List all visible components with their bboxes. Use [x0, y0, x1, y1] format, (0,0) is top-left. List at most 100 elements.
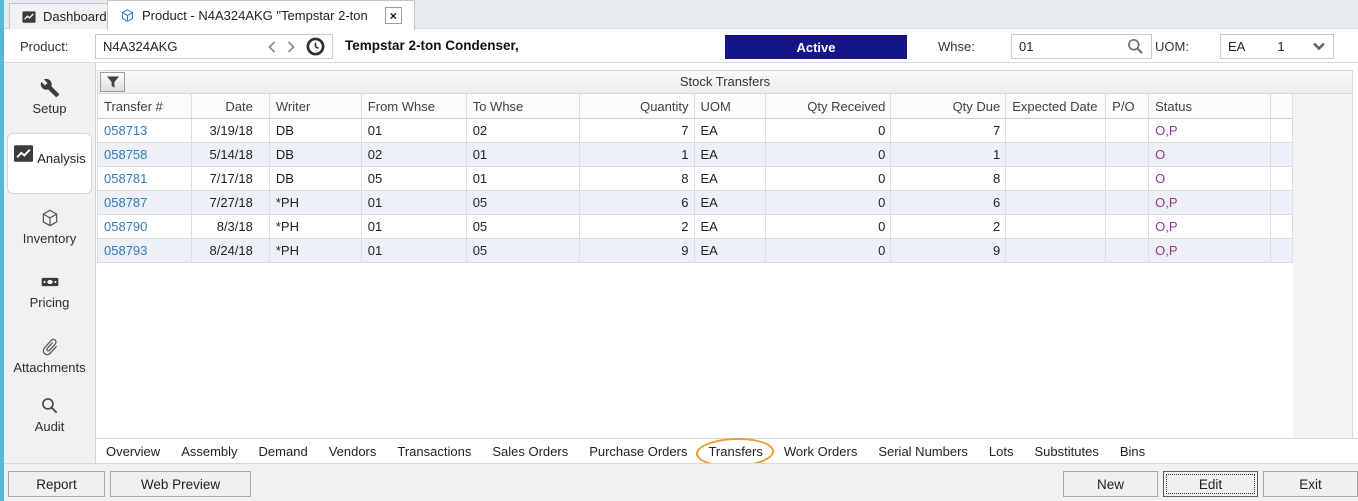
bottom-tab-demand[interactable]: Demand — [259, 444, 308, 459]
cell-transfer[interactable]: 058758 — [98, 143, 192, 167]
cell-qty-received: 0 — [766, 239, 892, 263]
cell-quantity: 9 — [579, 239, 695, 263]
column-header-status[interactable]: Status — [1149, 94, 1272, 119]
cell-from-whse: 01 — [361, 191, 467, 215]
product-input[interactable]: N4A324AKG — [95, 34, 333, 59]
bottom-tab-strip: Overview Assembly Demand Vendors Transaction… — [96, 438, 1358, 463]
cell-date: 8/3/18 — [191, 215, 270, 239]
product-description: Tempstar 2-ton Condenser, — [345, 38, 519, 53]
new-button[interactable]: New — [1063, 471, 1158, 497]
sidebar-item-label: Audit — [34, 419, 65, 434]
bottom-tab-work-orders[interactable]: Work Orders — [784, 444, 857, 459]
column-header-expected-date[interactable]: Expected Date — [1006, 94, 1107, 119]
column-header-transfer[interactable]: Transfer # — [98, 94, 192, 119]
cell-uom: EA — [694, 239, 767, 263]
cell-filler — [1271, 191, 1294, 215]
column-header-uom[interactable]: UOM — [694, 94, 767, 119]
status-badge: Active — [725, 35, 907, 59]
cell-transfer[interactable]: 058790 — [98, 215, 192, 239]
column-header-writer[interactable]: Writer — [269, 94, 362, 119]
column-header-from-whse[interactable]: From Whse — [361, 94, 467, 119]
table-row[interactable]: 058758 5/14/18 DB 02 01 1 EA 0 1 O — [97, 143, 1294, 167]
bottom-tab-transfers[interactable]: Transfers — [708, 444, 762, 459]
tab-dashboard[interactable]: Dashboard — [9, 3, 120, 29]
bottom-tab-assembly[interactable]: Assembly — [181, 444, 237, 459]
column-header-to-whse[interactable]: To Whse — [466, 94, 580, 119]
bottom-tab-serial-numbers[interactable]: Serial Numbers — [878, 444, 968, 459]
column-header-p-o[interactable]: P/O — [1106, 94, 1150, 119]
top-tab-bar: Dashboard Product - N4A324AKG "Tempstar … — [4, 0, 1358, 30]
banknote-icon — [4, 272, 95, 292]
table-row[interactable]: 058781 7/17/18 DB 05 01 8 EA 0 8 O — [97, 167, 1294, 191]
sidebar-item-pricing[interactable]: Pricing — [4, 272, 95, 310]
cell-from-whse: 01 — [361, 215, 467, 239]
history-icon[interactable] — [306, 37, 325, 56]
tab-product[interactable]: Product - N4A324AKG "Tempstar 2-ton × — [107, 0, 415, 30]
bottom-tab-bins[interactable]: Bins — [1120, 444, 1145, 459]
cell-expected-date — [1006, 167, 1107, 191]
cell-qty-received: 0 — [766, 215, 892, 239]
exit-button[interactable]: Exit — [1263, 471, 1358, 497]
column-header-filler — [1271, 94, 1294, 119]
cell-from-whse: 02 — [361, 143, 467, 167]
cell-filler — [1271, 143, 1294, 167]
sidebar-item-label: Attachments — [13, 360, 86, 375]
sidebar-item-setup[interactable]: Setup — [4, 78, 95, 116]
web-preview-button[interactable]: Web Preview — [110, 471, 251, 497]
cell-writer: DB — [269, 167, 362, 191]
table-row[interactable]: 058790 8/3/18 *PH 01 05 2 EA 0 2 O,P — [97, 215, 1294, 239]
close-icon[interactable]: × — [384, 7, 402, 24]
cell-date: 7/17/18 — [191, 167, 270, 191]
cell-status: O,P — [1149, 215, 1272, 239]
sidebar-item-audit[interactable]: Audit — [4, 396, 95, 434]
chart-icon — [13, 145, 34, 166]
cell-qty-due: 8 — [891, 167, 1007, 191]
bottom-tab-lots[interactable]: Lots — [989, 444, 1014, 459]
magnifier-icon — [4, 396, 95, 416]
cell-transfer[interactable]: 058713 — [98, 119, 192, 143]
bottom-tab-purchase-orders[interactable]: Purchase Orders — [589, 444, 687, 459]
cell-to-whse: 02 — [466, 119, 580, 143]
bottom-tab-substitutes[interactable]: Substitutes — [1035, 444, 1099, 459]
cell-qty-received: 0 — [766, 167, 892, 191]
column-header-date[interactable]: Date — [191, 94, 270, 119]
bottom-tab-vendors[interactable]: Vendors — [329, 444, 377, 459]
cell-p-o — [1106, 143, 1150, 167]
column-header-quantity[interactable]: Quantity — [579, 94, 695, 119]
sidebar-item-analysis[interactable]: Analysis — [7, 133, 92, 194]
bottom-tab-transactions[interactable]: Transactions — [397, 444, 471, 459]
cell-transfer[interactable]: 058793 — [98, 239, 192, 263]
cell-status: O — [1149, 167, 1272, 191]
search-icon[interactable] — [1127, 38, 1144, 55]
sidebar-item-inventory[interactable]: Inventory — [4, 208, 95, 246]
cell-status: O,P — [1149, 239, 1272, 263]
sidebar-item-label: Analysis — [37, 151, 86, 166]
cell-date: 3/19/18 — [191, 119, 270, 143]
cell-transfer[interactable]: 058781 — [98, 167, 192, 191]
cell-status: O,P — [1149, 191, 1272, 215]
table-row[interactable]: 058787 7/27/18 *PH 01 05 6 EA 0 6 O,P — [97, 191, 1294, 215]
report-button[interactable]: Report — [8, 471, 105, 497]
cell-writer: DB — [269, 119, 362, 143]
table-row[interactable]: 058793 8/24/18 *PH 01 05 9 EA 0 9 O,P — [97, 239, 1294, 263]
cell-qty-due: 2 — [891, 215, 1007, 239]
bottom-tab-sales-orders[interactable]: Sales Orders — [492, 444, 568, 459]
chevron-right-icon[interactable] — [287, 40, 295, 53]
bottom-tab-overview[interactable]: Overview — [106, 444, 160, 459]
column-header-qty-received[interactable]: Qty Received — [766, 94, 892, 119]
whse-input[interactable]: 01 — [1011, 34, 1152, 59]
chevron-left-icon[interactable] — [268, 40, 276, 53]
cell-transfer[interactable]: 058787 — [98, 191, 192, 215]
sidebar-item-attachments[interactable]: Attachments — [4, 337, 95, 375]
cell-expected-date — [1006, 239, 1107, 263]
filter-button[interactable] — [100, 72, 125, 92]
cell-qty-received: 0 — [766, 119, 892, 143]
column-header-qty-due[interactable]: Qty Due — [891, 94, 1007, 119]
uom-select[interactable]: EA 1 — [1220, 34, 1334, 59]
edit-button[interactable]: Edit — [1163, 471, 1258, 497]
cell-filler — [1271, 239, 1294, 263]
stock-transfers-grid: Stock Transfers Transfer # Date Writer From… — [97, 70, 1353, 438]
product-bar: Product: N4A324AKG Tempstar 2-ton Conden… — [4, 30, 1358, 63]
footer-bar: Report Web Preview New Edit Exit — [4, 463, 1358, 501]
table-row[interactable]: 058713 3/19/18 DB 01 02 7 EA 0 7 O,P — [97, 119, 1294, 143]
